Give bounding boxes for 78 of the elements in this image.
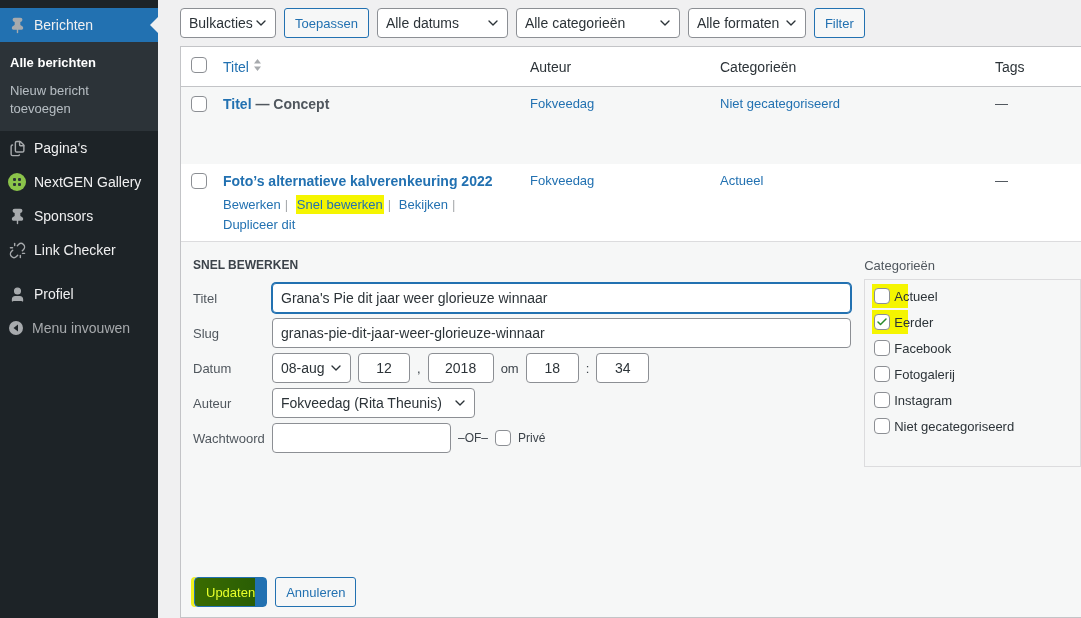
field-label: Wachtwoord: [193, 430, 265, 446]
submenu-item[interactable]: Alle berichten: [0, 49, 158, 77]
author-link[interactable]: Fokveedag: [530, 96, 595, 111]
category-checkbox[interactable]: [874, 392, 891, 408]
sidebar-item[interactable]: NextGEN Gallery: [0, 165, 158, 199]
post-title-link[interactable]: Titel: [223, 96, 252, 112]
hour-input[interactable]: 18: [525, 353, 579, 383]
filter-select[interactable]: Alle datums: [376, 8, 508, 38]
separator: |: [452, 197, 456, 212]
minute-input[interactable]: 34: [596, 353, 650, 383]
category-label: Facebook: [894, 340, 952, 356]
field-label: Auteur: [193, 395, 233, 411]
collapse-menu-button[interactable]: Menu invouwen: [0, 311, 158, 345]
time-separator: :: [585, 360, 590, 376]
collapse-icon: [8, 320, 24, 336]
month-select[interactable]: 08-aug: [272, 353, 351, 383]
tags-cell: —: [995, 173, 1008, 188]
gallery-icon: [8, 173, 26, 191]
sidebar-item[interactable]: Pagina's: [0, 131, 158, 165]
row-checkbox[interactable]: [191, 173, 207, 189]
check-icon: [876, 316, 889, 328]
column-header[interactable]: Categorieën: [720, 58, 797, 75]
sidebar-item[interactable]: Link Checker: [0, 233, 158, 267]
apply-button[interactable]: Toepassen: [284, 8, 369, 38]
year-input[interactable]: 2018: [427, 353, 494, 383]
row-action-link[interactable]: Bekijken: [398, 197, 448, 212]
broken-link-icon: [8, 241, 26, 259]
sidebar-item[interactable]: Sponsors: [0, 199, 158, 233]
pages-icon: [8, 139, 26, 157]
day-input[interactable]: 12: [358, 353, 410, 383]
at-text: om: [500, 360, 519, 376]
date-separator: ,: [417, 360, 421, 376]
author-link[interactable]: Fokveedag: [530, 173, 595, 188]
post-title-link[interactable]: Foto’s alternatieve kalverenkeuring 2022: [223, 173, 493, 189]
category-checkbox[interactable]: [874, 366, 891, 382]
password-input[interactable]: [272, 423, 451, 453]
submenu-item[interactable]: Nieuw bericht toevoegen: [0, 77, 158, 123]
category-checkbox[interactable]: [874, 340, 891, 356]
author-select[interactable]: Fokveedag (Rita Theunis): [272, 388, 475, 418]
category-checkbox[interactable]: [874, 418, 891, 434]
or-text: –OF–: [458, 431, 488, 445]
field-label: Titel: [193, 290, 219, 306]
category-label: Niet gecategoriseerd: [894, 418, 1015, 434]
category-label: Instagram: [894, 392, 953, 408]
category-checkbox[interactable]: [874, 288, 891, 304]
select-all-checkbox[interactable]: [191, 57, 207, 73]
sort-icon: [252, 58, 262, 72]
category-checkbox[interactable]: [874, 314, 891, 330]
quick-edit-heading: SNEL BEWERKEN: [193, 258, 300, 272]
column-header[interactable]: Titel: [223, 59, 262, 75]
row-action-link[interactable]: Dupliceer dit: [223, 217, 296, 232]
separator: |: [284, 197, 289, 212]
filter-select[interactable]: Alle formaten: [687, 8, 806, 38]
title-input[interactable]: Grana's Pie dit jaar weer glorieuze winnaar: [272, 283, 851, 313]
field-label: Slug: [193, 325, 221, 341]
tags-cell: —: [995, 96, 1008, 111]
column-header[interactable]: Tags: [995, 58, 1025, 75]
private-checkbox[interactable]: [495, 430, 511, 446]
field-label: Datum: [193, 360, 233, 376]
row-action-link[interactable]: Bewerken: [223, 197, 281, 212]
filter-button[interactable]: Filter: [813, 8, 865, 38]
private-label: Privé: [518, 431, 546, 445]
categories-heading: Categorieën: [864, 258, 937, 273]
update-button[interactable]: Updaten: [194, 577, 268, 607]
sidebar-item[interactable]: Profiel: [0, 277, 158, 311]
column-header[interactable]: Auteur: [530, 58, 572, 75]
row-action-link[interactable]: Snel bewerken: [295, 195, 384, 214]
slug-input[interactable]: granas-pie-dit-jaar-weer-glorieuze-winnaar: [272, 318, 851, 348]
separator: |: [387, 197, 392, 212]
category-label: Fotogalerij: [894, 366, 955, 382]
category-link[interactable]: Actueel: [720, 173, 764, 188]
row-checkbox[interactable]: [191, 96, 207, 112]
category-link[interactable]: Niet gecategoriseerd: [720, 96, 840, 111]
bulk-actions-select[interactable]: Bulkacties: [180, 8, 276, 38]
filter-select[interactable]: Alle categorieën: [515, 8, 680, 38]
cancel-button[interactable]: Annuleren: [275, 577, 357, 607]
sidebar-item[interactable]: Berichten: [0, 8, 158, 42]
post-state: — Concept: [254, 96, 330, 112]
